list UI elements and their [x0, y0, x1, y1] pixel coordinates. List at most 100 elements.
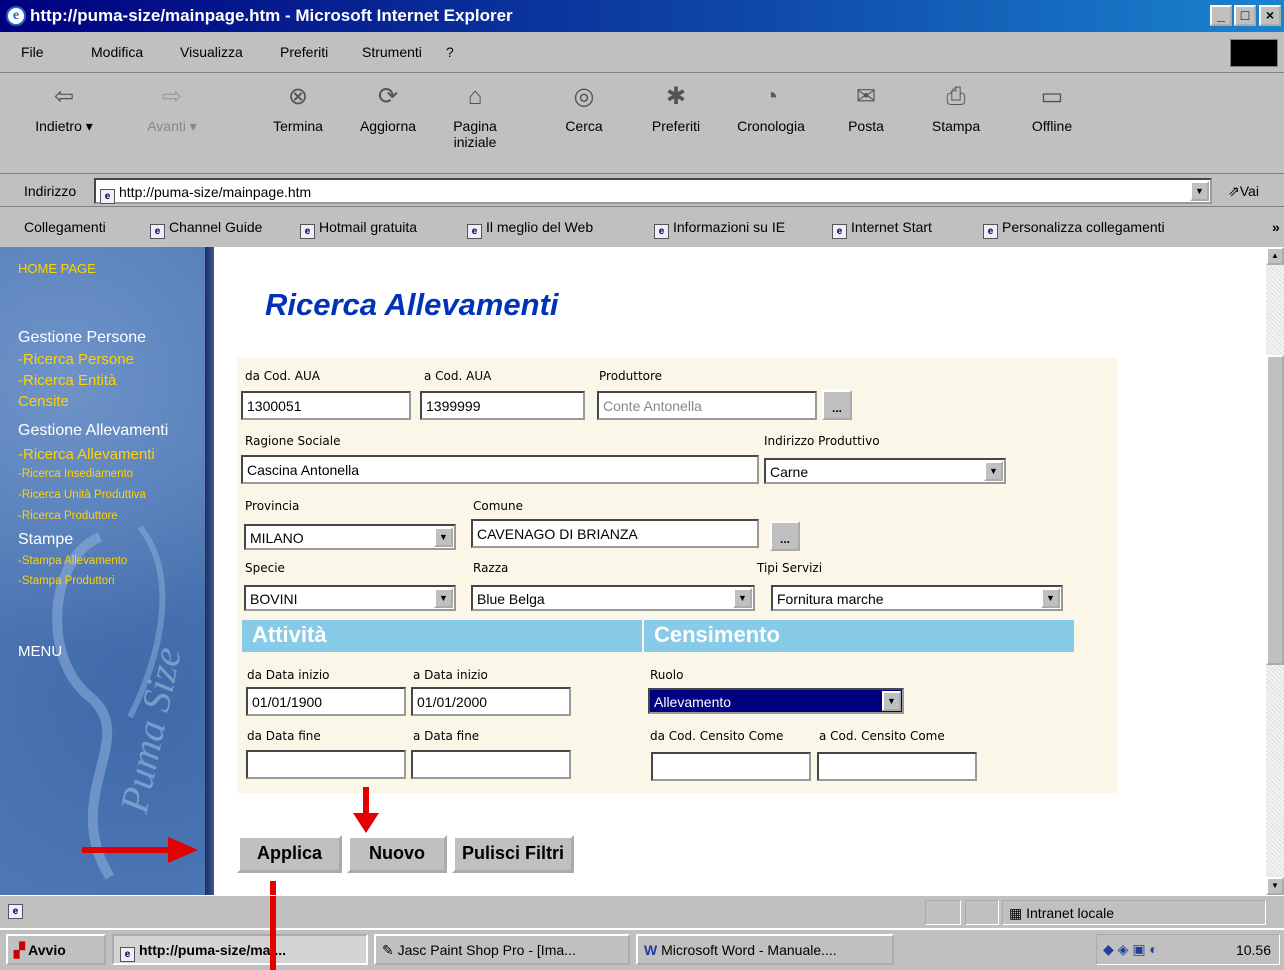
sidebar-heading-allevamenti: Gestione Allevamenti	[18, 422, 169, 439]
vertical-scrollbar[interactable]: ▲ ▼	[1266, 247, 1284, 895]
da-cod-censito-input[interactable]	[651, 752, 811, 781]
home-button[interactable]: ⌂ Pagina iniziale	[440, 82, 510, 150]
a-data-inizio-input[interactable]: 01/01/2000	[411, 687, 571, 716]
offline-button[interactable]: ▭ Offline	[1012, 82, 1092, 134]
pulisci-filtri-button[interactable]: Pulisci Filtri	[452, 835, 574, 873]
paint-shop-icon: ✎	[382, 942, 394, 958]
forward-button[interactable]: ⇨ Avanti ▾	[132, 82, 212, 135]
search-form-panel: da Cod. AUA a Cod. AUA Produttore 130005…	[237, 358, 1117, 793]
links-more-button[interactable]: »	[1272, 219, 1280, 235]
favorites-button[interactable]: ✱ Preferiti	[636, 82, 716, 134]
sidebar-item-ricerca-produttore[interactable]: -Ricerca Produttore	[18, 510, 118, 522]
page-icon: e	[654, 224, 669, 239]
stop-icon: ⊗	[287, 83, 309, 110]
da-data-inizio-label: da Data inizio	[247, 668, 330, 682]
sidebar-item-ricerca-insediamento[interactable]: -Ricerca Insediamento	[18, 468, 133, 480]
link-channel-guide[interactable]: e Channel Guide	[150, 219, 262, 239]
start-button[interactable]: ▞ Avvio	[6, 934, 106, 965]
menu-help[interactable]: ?	[446, 44, 454, 60]
produttore-browse-button[interactable]: ...	[822, 390, 852, 420]
go-button[interactable]: ⇗Vai	[1228, 183, 1259, 200]
scroll-up-icon[interactable]: ▲	[1266, 247, 1284, 265]
page-icon: e	[832, 224, 847, 239]
scroll-down-icon[interactable]: ▼	[1266, 877, 1284, 895]
sidebar-home-link[interactable]: HOME PAGE	[18, 261, 96, 276]
menu-strumenti[interactable]: Strumenti	[362, 44, 422, 60]
menu-modifica[interactable]: Modifica	[91, 44, 143, 60]
comune-browse-button[interactable]: ...	[770, 521, 800, 551]
mail-button[interactable]: ✉ Posta	[826, 82, 906, 134]
sidebar-item-stampa-allevamento[interactable]: -Stampa Allevamento	[18, 555, 127, 567]
intranet-icon: ▦	[1009, 905, 1023, 921]
arrow-up-shaft	[270, 896, 276, 929]
page-title: Ricerca Allevamenti	[265, 287, 559, 322]
a-data-fine-input[interactable]	[411, 750, 571, 779]
sidebar-item-ricerca-allevamenti[interactable]: -Ricerca Allevamenti	[18, 446, 155, 463]
menu-visualizza[interactable]: Visualizza	[180, 44, 243, 60]
search-button[interactable]: ◎ Cerca	[544, 82, 624, 134]
da-data-inizio-input[interactable]: 01/01/1900	[246, 687, 406, 716]
refresh-button[interactable]: ⟳ Aggiorna	[348, 82, 428, 134]
refresh-icon: ⟳	[377, 83, 399, 110]
sidebar-item-stampa-produttori[interactable]: -Stampa Produttori	[18, 575, 115, 587]
page-icon: e	[467, 224, 482, 239]
link-personalizza[interactable]: e Personalizza collegamenti	[983, 219, 1165, 239]
print-button[interactable]: ⎙ Stampa	[916, 82, 996, 134]
page-icon: e	[150, 224, 165, 239]
chevron-down-icon: ▼	[984, 461, 1003, 481]
da-cod-aua-input[interactable]: 1300051	[241, 391, 411, 420]
clock: 10.56	[1235, 942, 1271, 958]
link-internet-start[interactable]: e Internet Start	[832, 219, 932, 239]
indirizzo-produttivo-select[interactable]: Carne ▼	[764, 458, 1006, 484]
da-cod-aua-label: da Cod. AUA	[245, 369, 320, 383]
close-button[interactable]: ×	[1259, 5, 1281, 26]
page-icon: e	[100, 189, 115, 204]
menu-file[interactable]: File	[21, 44, 44, 60]
task-ie[interactable]: e http://puma-size/mai...	[112, 934, 368, 965]
arrow-right-head-icon	[168, 837, 198, 863]
page-icon: e	[983, 224, 998, 239]
specie-select[interactable]: BOVINI ▼	[244, 585, 456, 611]
minimize-button[interactable]: _	[1210, 5, 1232, 26]
menu-bar: File Modifica Visualizza Preferiti Strum…	[0, 33, 1284, 73]
tray-icons[interactable]: ◆ ◈ ▣ ◐	[1103, 941, 1158, 957]
nuovo-button[interactable]: Nuovo	[347, 835, 447, 873]
menu-preferiti[interactable]: Preferiti	[280, 44, 328, 60]
taskbar: ▞ Avvio e http://puma-size/mai... ✎ Jasc …	[0, 928, 1284, 970]
produttore-input[interactable]: Conte Antonella	[597, 391, 817, 420]
provincia-select[interactable]: MILANO ▼	[244, 524, 456, 550]
address-bar: Indirizzo e http://puma-size/mainpage.htm…	[0, 175, 1284, 207]
ragione-sociale-input[interactable]: Cascina Antonella	[241, 455, 759, 484]
favorites-icon: ✱	[665, 83, 687, 110]
stop-button[interactable]: ⊗ Termina	[258, 82, 338, 134]
chevron-down-icon: ▼	[733, 588, 752, 608]
a-cod-aua-input[interactable]: 1399999	[420, 391, 585, 420]
link-meglio-web[interactable]: e Il meglio del Web	[467, 219, 593, 239]
links-label: Collegamenti	[24, 219, 106, 235]
comune-input[interactable]: CAVENAGO DI BRIANZA	[471, 519, 759, 548]
address-dropdown-icon[interactable]: ▼	[1190, 181, 1209, 201]
link-info-ie[interactable]: e Informazioni su IE	[654, 219, 785, 239]
scroll-thumb[interactable]	[1266, 355, 1284, 665]
chevron-down-icon: ▼	[882, 691, 901, 711]
system-tray: ◆ ◈ ▣ ◐ 10.56	[1096, 934, 1280, 965]
sidebar-item-ricerca-unita[interactable]: -Ricerca Unità Produttiva	[18, 489, 146, 501]
ruolo-select[interactable]: Allevamento ▼	[648, 688, 904, 714]
sidebar-item-ricerca-persone[interactable]: -Ricerca Persone	[18, 351, 134, 368]
history-button[interactable]: ◔ Cronologia	[726, 82, 816, 134]
applica-button[interactable]: Applica	[237, 835, 342, 873]
address-input[interactable]: e http://puma-size/mainpage.htm ▼	[94, 178, 1212, 204]
link-hotmail[interactable]: e Hotmail gratuita	[300, 219, 417, 239]
razza-select[interactable]: Blue Belga ▼	[471, 585, 755, 611]
sidebar-item-censite[interactable]: Censite	[18, 393, 69, 410]
sidebar-heading-stampe: Stampe	[18, 531, 74, 548]
task-paint-shop-pro[interactable]: ✎ Jasc Paint Shop Pro - [Ima...	[374, 934, 630, 965]
da-data-fine-input[interactable]	[246, 750, 406, 779]
back-button[interactable]: ⇦ Indietro ▾	[24, 82, 104, 135]
task-word[interactable]: W Microsoft Word - Manuale....	[636, 934, 894, 965]
tipi-servizi-select[interactable]: Fornitura marche ▼	[771, 585, 1063, 611]
sidebar-item-ricerca-entita[interactable]: -Ricerca Entità	[18, 372, 116, 389]
a-data-inizio-label: a Data inizio	[413, 668, 488, 682]
maximize-button[interactable]: □	[1234, 5, 1256, 26]
a-cod-censito-input[interactable]	[817, 752, 977, 781]
